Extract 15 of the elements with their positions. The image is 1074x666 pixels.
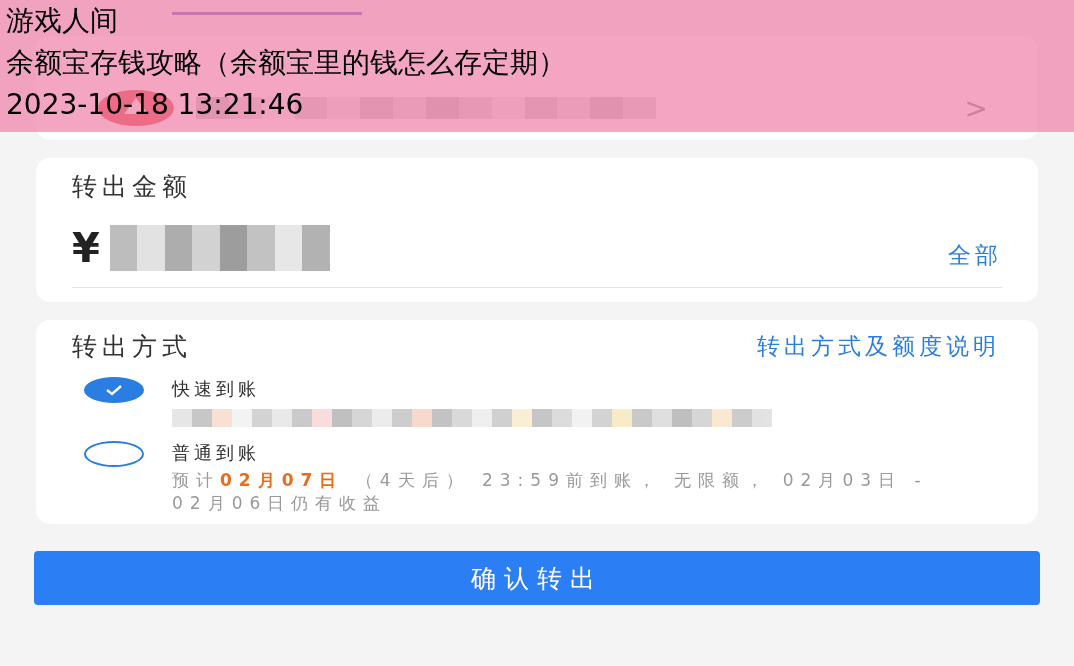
all-link[interactable]: 全部 bbox=[948, 240, 1002, 271]
chevron-icon: > bbox=[964, 91, 988, 125]
option-label: 快速到账 bbox=[172, 377, 261, 401]
radio-button[interactable] bbox=[84, 441, 144, 467]
overlay-text: 2023-10-18 13:21:46 bbox=[6, 87, 304, 123]
section-label: 转出方式 bbox=[72, 331, 192, 363]
option-label: 普通到账 bbox=[172, 441, 261, 465]
help-link[interactable]: 转出方式及额度说明 bbox=[757, 331, 1000, 362]
overlay-text: 游戏人间 bbox=[6, 3, 118, 39]
section-label: 转出金额 bbox=[72, 171, 193, 203]
overlay-text: 余额宝存钱攻略（余额宝里的钱怎么存定期） bbox=[6, 45, 566, 81]
option-description: 预计 02月07日 （4天后） 23:59前到账， 无限额， 02月03日 - 02月06日仍有收益 bbox=[172, 469, 929, 515]
radio-button[interactable] bbox=[84, 377, 144, 403]
currency-symbol: ¥ bbox=[72, 225, 100, 271]
confirm-button[interactable]: 确认转出 bbox=[34, 551, 1040, 605]
